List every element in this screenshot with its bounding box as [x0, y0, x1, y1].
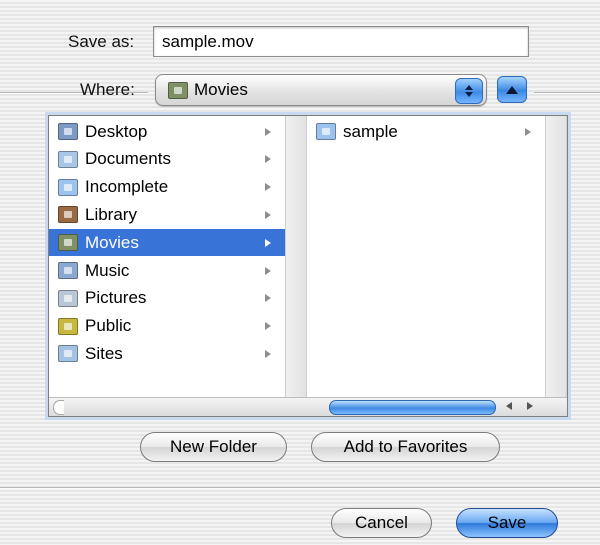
disclosure-arrow-icon	[265, 238, 271, 247]
parent-folder-button[interactable]	[497, 76, 527, 103]
list-item-label: Music	[85, 260, 130, 280]
where-label: Where:	[80, 80, 135, 99]
scroll-track-cap	[53, 400, 64, 415]
disclosure-arrow-icon	[265, 155, 271, 164]
disclosure-arrow-icon	[265, 349, 271, 358]
where-popup[interactable]: Movies	[155, 74, 487, 106]
list-item-label: Incomplete	[85, 177, 169, 197]
horizontal-scrollbar[interactable]	[49, 397, 567, 416]
list-item-label: Documents	[85, 149, 171, 169]
disclosure-arrow-icon	[265, 294, 271, 303]
list-item[interactable]: Sites	[49, 340, 285, 367]
list-item-label: Public	[85, 316, 132, 336]
disclosure-arrow-icon	[265, 322, 271, 331]
column-2: sample	[307, 116, 545, 416]
column-divider[interactable]	[285, 116, 307, 416]
list-item[interactable]: Music	[49, 257, 285, 284]
list-item-label: Movies	[85, 232, 139, 252]
new-folder-button[interactable]: New Folder	[140, 432, 287, 462]
save-as-field[interactable]: sample.mov	[153, 26, 529, 57]
save-as-label: Save as:	[68, 32, 135, 51]
disclosure-arrow-icon	[265, 266, 271, 275]
public-folder-icon	[58, 317, 78, 335]
scroll-right-arrow-icon[interactable]	[527, 402, 533, 410]
where-popup-value: Movies	[194, 80, 248, 99]
list-item[interactable]: Public	[49, 313, 285, 340]
disclosure-arrow-icon	[265, 210, 271, 219]
pictures-folder-icon	[58, 289, 78, 307]
sites-folder-icon	[58, 345, 78, 363]
top-separator-right	[534, 92, 600, 94]
disclosure-arrow-icon	[525, 127, 531, 136]
list-item[interactable]: Documents	[49, 146, 285, 173]
list-item[interactable]: sample	[307, 118, 545, 145]
column-divider-2[interactable]	[545, 116, 567, 416]
list-item[interactable]: Incomplete	[49, 174, 285, 201]
disclosure-arrow-icon	[265, 183, 271, 192]
bottom-separator	[0, 487, 600, 489]
cancel-button[interactable]: Cancel	[331, 508, 432, 538]
movies-folder-icon	[168, 81, 188, 99]
popup-stepper-icon	[455, 78, 483, 104]
disclosure-arrow-icon	[265, 127, 271, 136]
movies-folder-icon	[58, 234, 78, 252]
column-1: Desktop Documents Incomplete Library Movies M…	[49, 116, 285, 416]
add-to-favorites-button[interactable]: Add to Favorites	[311, 432, 500, 462]
save-button[interactable]: Save	[456, 508, 558, 538]
scroll-left-arrow-icon[interactable]	[506, 402, 512, 410]
list-item[interactable]: Movies	[49, 229, 285, 257]
list-item-label: sample	[343, 121, 398, 141]
list-item[interactable]: Desktop	[49, 118, 285, 145]
list-item[interactable]: Pictures	[49, 285, 285, 312]
folder-icon	[58, 178, 78, 196]
list-item-label: Desktop	[85, 121, 148, 141]
triangle-up-icon	[506, 85, 518, 94]
scroll-thumb[interactable]	[329, 400, 496, 415]
list-item-label: Sites	[85, 343, 123, 363]
folder-icon	[316, 123, 336, 140]
music-folder-icon	[58, 262, 78, 279]
documents-folder-icon	[58, 150, 78, 168]
list-item[interactable]: Library	[49, 201, 285, 228]
list-item-label: Pictures	[85, 288, 147, 308]
file-browser: Desktop Documents Incomplete Library Movies M…	[48, 115, 568, 417]
library-folder-icon	[58, 206, 78, 224]
list-item-label: Library	[85, 204, 137, 224]
desktop-folder-icon	[58, 123, 78, 140]
